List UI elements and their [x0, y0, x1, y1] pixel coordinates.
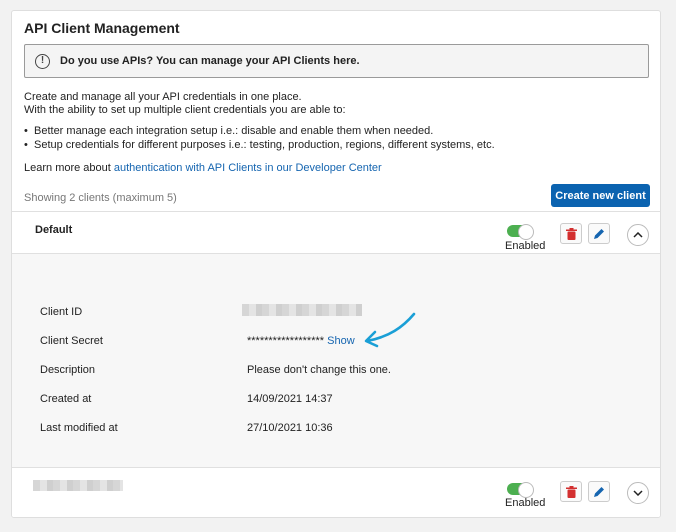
- info-notice: ! Do you use APIs? You can manage your A…: [24, 44, 649, 78]
- client-id-value-redacted: [242, 304, 362, 316]
- client-row-header[interactable]: Default Enabled: [12, 211, 660, 253]
- client-row-header[interactable]: Enabled: [12, 467, 660, 517]
- enabled-toggle[interactable]: [507, 224, 534, 240]
- chevron-up-icon: [633, 232, 643, 238]
- client-id-label: Client ID: [40, 306, 83, 318]
- enabled-toggle[interactable]: [507, 482, 534, 498]
- modified-label: Last modified at: [40, 422, 118, 434]
- created-value: 14/09/2021 14:37: [247, 393, 333, 405]
- client-name-redacted: [33, 480, 123, 491]
- toggle-label: Enabled: [505, 240, 546, 252]
- collapse-button[interactable]: [627, 224, 649, 246]
- client-count: Showing 2 clients (maximum 5): [24, 192, 177, 204]
- notice-text: Do you use APIs? You can manage your API…: [60, 55, 360, 67]
- expand-button[interactable]: [627, 482, 649, 504]
- list-item: • Better manage each integration setup i.…: [24, 125, 434, 137]
- create-client-button[interactable]: Create new client: [551, 184, 650, 207]
- client-name: Default: [35, 224, 73, 236]
- intro-line-2: With the ability to set up multiple clie…: [24, 104, 346, 116]
- toggle-label: Enabled: [505, 497, 546, 509]
- trash-icon: [565, 227, 577, 240]
- description-label: Description: [40, 364, 96, 376]
- exclamation-icon: !: [35, 53, 50, 69]
- description-value: Please don't change this one.: [247, 364, 391, 376]
- delete-button[interactable]: [560, 223, 582, 244]
- created-label: Created at: [40, 393, 92, 405]
- modified-value: 27/10/2021 10:36: [247, 422, 333, 434]
- pencil-icon: [593, 229, 604, 239]
- edit-button[interactable]: [588, 223, 610, 244]
- delete-button[interactable]: [560, 481, 582, 502]
- client-secret-value: ****************** Show: [247, 335, 355, 347]
- trash-icon: [565, 485, 577, 498]
- page-title: API Client Management: [24, 20, 180, 36]
- client-details: Client ID Client Secret ****************…: [12, 253, 660, 467]
- show-secret-link[interactable]: Show: [327, 335, 355, 347]
- list-item: • Setup credentials for different purpose…: [24, 139, 495, 151]
- api-client-card: API Client Management ! Do you use APIs?…: [11, 10, 661, 518]
- chevron-down-icon: [633, 490, 643, 496]
- intro-line-1: Create and manage all your API credentia…: [24, 91, 302, 103]
- benefit-list: • Better manage each integration setup i.…: [24, 124, 495, 152]
- edit-button[interactable]: [588, 481, 610, 502]
- arrow-annotation-icon: [364, 312, 416, 348]
- pencil-icon: [593, 487, 604, 497]
- client-secret-label: Client Secret: [40, 335, 103, 347]
- developer-center-link[interactable]: authentication with API Clients in our D…: [114, 162, 382, 174]
- learn-more: Learn more about authentication with API…: [24, 162, 382, 174]
